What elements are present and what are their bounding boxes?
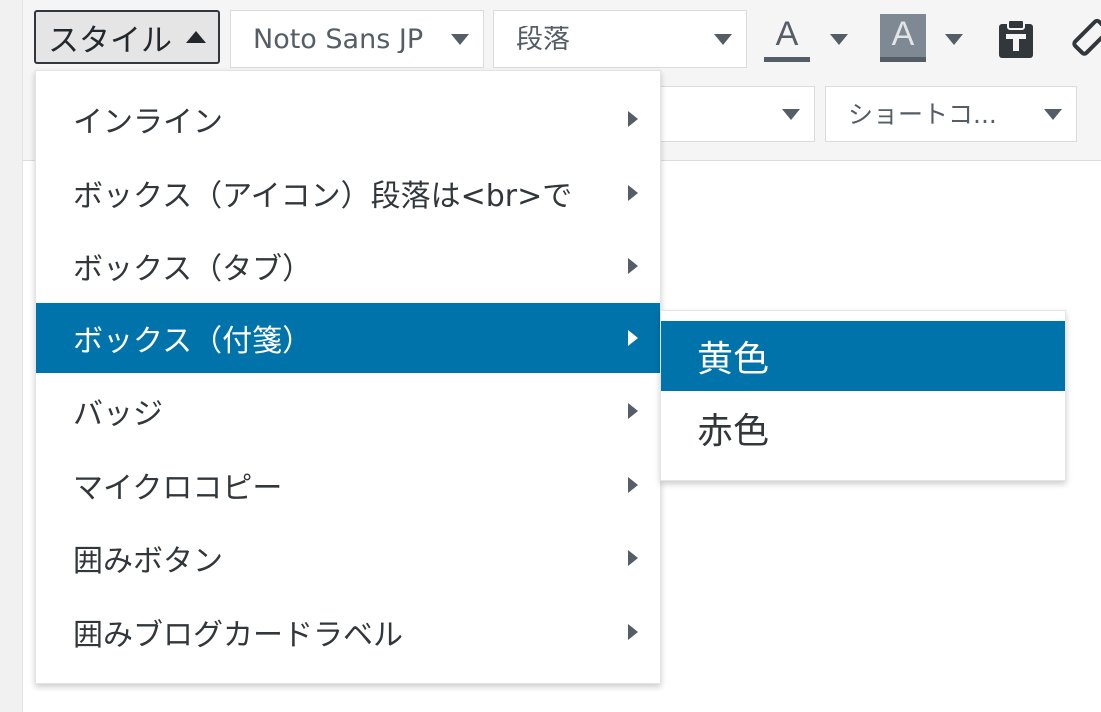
chevron-right-icon bbox=[628, 185, 638, 201]
menu-item-blogcard-label[interactable]: 囲みブログカードラベル bbox=[36, 597, 660, 667]
menu-item-box-tab[interactable]: ボックス（タブ） bbox=[36, 231, 660, 301]
style-dropdown-menu: インライン ボックス（アイコン）段落は<br>で ボックス（タブ） ボックス（付… bbox=[35, 70, 661, 684]
submenu-item-red[interactable]: 赤色 bbox=[661, 393, 1065, 463]
text-color-dropdown-icon[interactable] bbox=[830, 34, 848, 45]
sticky-color-submenu: 黄色 赤色 bbox=[660, 310, 1066, 481]
editor-page: Noto Sans JP 段落 A A ショートコ... スタイル インライン … bbox=[0, 0, 1101, 712]
font-family-select[interactable]: Noto Sans JP bbox=[230, 10, 484, 68]
left-strip bbox=[0, 0, 23, 712]
paste-icon[interactable] bbox=[996, 18, 1036, 60]
chevron-right-icon bbox=[628, 624, 638, 640]
menu-item-box-icon[interactable]: ボックス（アイコン）段落は<br>で bbox=[36, 158, 660, 228]
background-color-icon[interactable]: A bbox=[880, 14, 926, 62]
chevron-right-icon bbox=[628, 258, 638, 274]
shortcode-value: ショートコ... bbox=[848, 101, 997, 127]
text-color-icon[interactable]: A bbox=[764, 14, 810, 62]
eraser-icon[interactable] bbox=[1068, 16, 1101, 60]
menu-item-badge[interactable]: バッジ bbox=[36, 376, 660, 446]
shortcode-select[interactable]: ショートコ... bbox=[825, 86, 1077, 142]
chevron-down-icon bbox=[451, 33, 469, 45]
chevron-down-icon bbox=[782, 108, 800, 120]
style-menu-button[interactable]: スタイル bbox=[34, 10, 220, 64]
menu-item-enclosed-button[interactable]: 囲みボタン bbox=[36, 523, 660, 593]
menu-item-inline[interactable]: インライン bbox=[36, 84, 660, 154]
submenu-item-yellow[interactable]: 黄色 bbox=[661, 321, 1065, 391]
chevron-down-icon bbox=[1044, 108, 1062, 120]
caret-up-icon bbox=[186, 31, 206, 43]
menu-item-microcopy[interactable]: マイクロコピー bbox=[36, 450, 660, 520]
chevron-right-icon bbox=[628, 111, 638, 127]
format-value: 段落 bbox=[516, 25, 570, 53]
chevron-right-icon bbox=[628, 330, 638, 346]
font-family-value: Noto Sans JP bbox=[253, 25, 424, 53]
background-color-dropdown-icon[interactable] bbox=[945, 34, 963, 45]
chevron-right-icon bbox=[628, 403, 638, 419]
menu-item-box-sticky[interactable]: ボックス（付箋） bbox=[36, 303, 660, 373]
format-select[interactable]: 段落 bbox=[493, 10, 747, 68]
chevron-down-icon bbox=[714, 33, 732, 45]
chevron-right-icon bbox=[628, 550, 638, 566]
style-menu-button-label: スタイル bbox=[48, 22, 172, 59]
chevron-right-icon bbox=[628, 477, 638, 493]
